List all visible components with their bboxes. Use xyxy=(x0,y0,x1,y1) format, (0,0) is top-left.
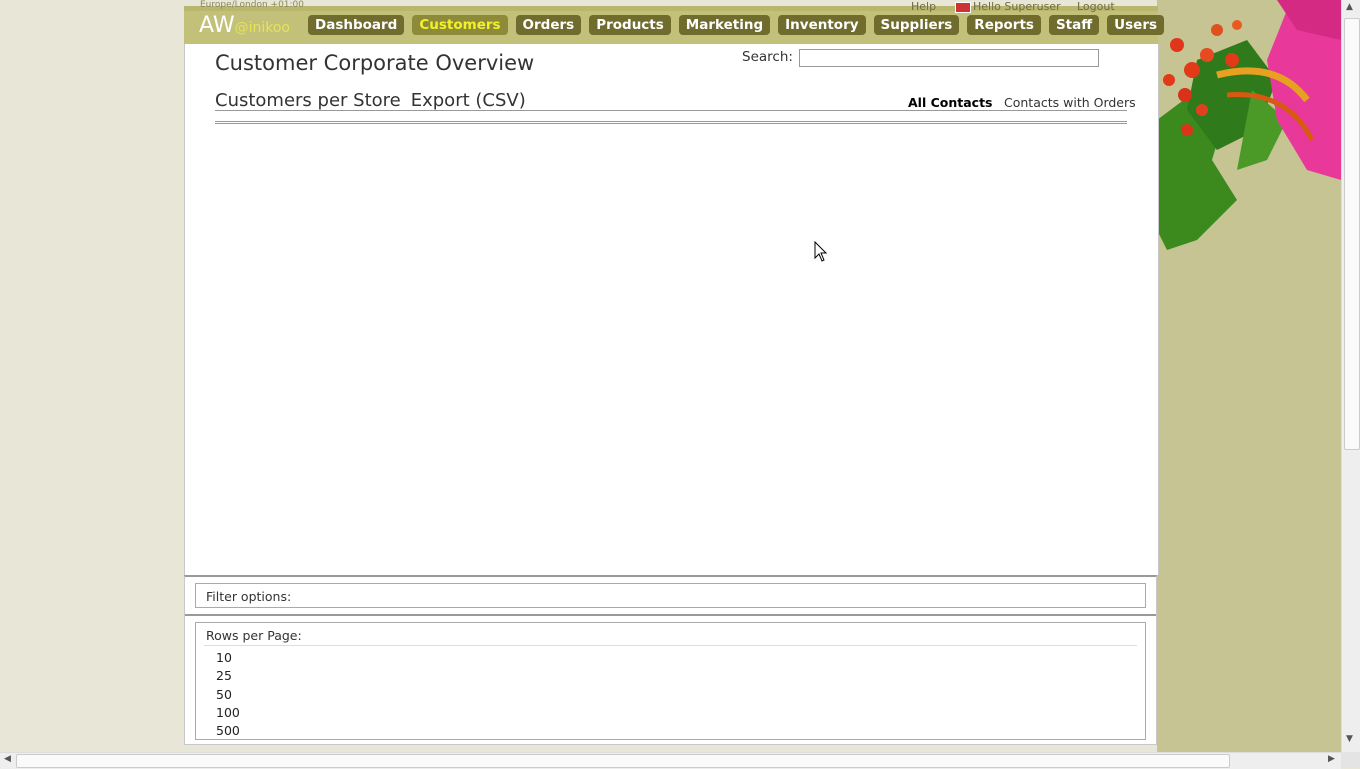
nav-tab-customers[interactable]: Customers xyxy=(412,15,508,35)
hello-user-text: Hello Superuser xyxy=(973,0,1061,13)
nav-tab-inventory[interactable]: Inventory xyxy=(778,15,866,35)
logo-main-text: AW xyxy=(199,13,235,38)
tab-all-contacts[interactable]: All Contacts xyxy=(908,95,993,110)
sub-links: Customers per Store Export (CSV) xyxy=(215,90,526,111)
bottom-options-panel: Filter options: Rows per Page: 10 25 50 … xyxy=(184,575,1157,745)
search-label: Search: xyxy=(742,49,793,65)
scroll-down-arrow-icon[interactable]: ▼ xyxy=(1346,734,1353,744)
uk-flag-icon xyxy=(955,2,971,13)
rows-option-100[interactable]: 100 xyxy=(216,704,240,722)
rows-option-10[interactable]: 10 xyxy=(216,649,240,667)
mouse-cursor-icon xyxy=(814,241,828,262)
logo[interactable]: AW@inikoo xyxy=(199,13,290,38)
nav-tab-orders[interactable]: Orders xyxy=(515,15,582,35)
scroll-left-arrow-icon[interactable]: ◀ xyxy=(4,754,11,764)
nav-tab-suppliers[interactable]: Suppliers xyxy=(873,15,960,35)
page-title: Customer Corporate Overview xyxy=(215,51,535,75)
scroll-up-arrow-icon[interactable]: ▲ xyxy=(1346,2,1353,12)
nav-tab-marketing[interactable]: Marketing xyxy=(678,15,771,35)
tab-contacts-with-orders[interactable]: Contacts with Orders xyxy=(1004,95,1136,110)
logout-link[interactable]: Logout xyxy=(1077,0,1115,13)
horizontal-scrollbar[interactable]: ◀ ▶ xyxy=(0,752,1341,769)
customers-per-store-link[interactable]: Customers per Store xyxy=(215,90,401,111)
rows-per-page-label: Rows per Page: xyxy=(206,628,302,643)
vertical-scrollbar[interactable]: ▲ ▼ xyxy=(1341,0,1360,752)
main-content-panel: Customer Corporate Overview Search: Cust… xyxy=(184,44,1159,575)
divider-line xyxy=(215,110,1127,111)
help-link[interactable]: Help xyxy=(911,0,936,13)
scrollbar-corner xyxy=(1341,752,1360,768)
nav-tab-reports[interactable]: Reports xyxy=(967,15,1041,35)
nav-tab-products[interactable]: Products xyxy=(589,15,671,35)
rows-option-25[interactable]: 25 xyxy=(216,667,240,685)
panel-divider xyxy=(185,614,1156,616)
export-csv-link[interactable]: Export (CSV) xyxy=(411,90,526,111)
rows-option-500[interactable]: 500 xyxy=(216,722,240,740)
search-input[interactable] xyxy=(799,49,1099,67)
double-divider-line xyxy=(215,121,1127,124)
logo-at-text: @inikoo xyxy=(234,20,291,36)
rows-option-50[interactable]: 50 xyxy=(216,686,240,704)
rows-per-page-box: Rows per Page: 10 25 50 100 500 xyxy=(195,622,1146,740)
main-nav: Dashboard Customers Orders Products Mark… xyxy=(308,15,1165,35)
timezone-text: Europe/London +01:00 xyxy=(200,0,305,10)
filter-options-label: Filter options: xyxy=(206,589,292,604)
vertical-scroll-thumb[interactable] xyxy=(1344,18,1360,450)
nav-tab-dashboard[interactable]: Dashboard xyxy=(308,15,405,35)
filter-options-box[interactable]: Filter options: xyxy=(195,583,1146,608)
holly-decoration-image xyxy=(1157,0,1341,250)
rows-divider xyxy=(204,645,1137,646)
nav-tab-staff[interactable]: Staff xyxy=(1048,15,1100,35)
top-header-bar: Europe/London +01:00 Help Hello Superuse… xyxy=(184,0,1165,44)
nav-tab-users[interactable]: Users xyxy=(1107,15,1165,35)
horizontal-scroll-thumb[interactable] xyxy=(16,754,1230,768)
scroll-right-arrow-icon[interactable]: ▶ xyxy=(1328,754,1335,764)
rows-per-page-options: 10 25 50 100 500 xyxy=(216,649,240,740)
